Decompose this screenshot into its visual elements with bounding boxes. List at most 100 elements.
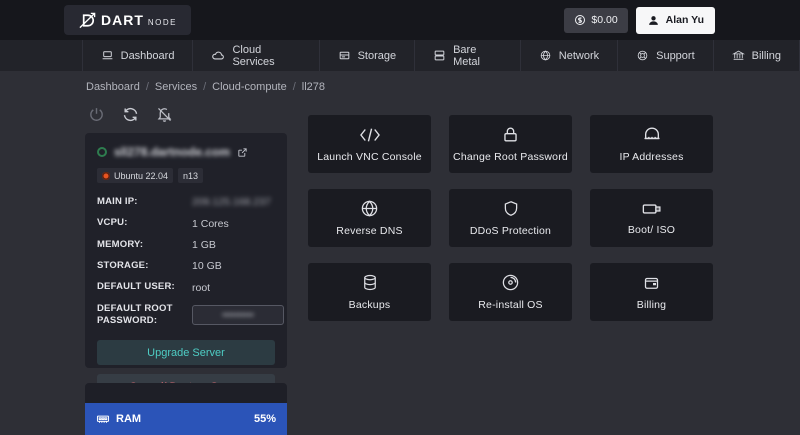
balance-amount: $0.00: [591, 14, 618, 26]
badge-row: Ubuntu 22.04 n13: [97, 168, 275, 183]
user-icon: [647, 14, 660, 27]
user-menu-button[interactable]: Alan Yu: [635, 6, 715, 34]
nav-item-network[interactable]: Network: [521, 40, 619, 71]
globe-icon: [360, 199, 379, 218]
reboot-icon[interactable]: [122, 106, 139, 123]
action-reinstall-os[interactable]: Re-install OS: [449, 263, 572, 321]
breadcrumb: Dashboard / Services / Cloud-compute / l…: [86, 81, 325, 93]
spec-value-vcpu: 1 Cores: [192, 217, 229, 230]
drive-icon: [338, 49, 351, 62]
breadcrumb-separator: /: [203, 81, 207, 93]
nav-item-dashboard[interactable]: Dashboard: [83, 40, 194, 71]
page: DART NODE $0.00 Alan Yu Dashboard Cloud …: [0, 0, 800, 435]
action-billing[interactable]: Billing: [590, 263, 713, 321]
ubuntu-icon: [102, 171, 110, 180]
laptop-icon: [101, 49, 114, 62]
breadcrumb-services[interactable]: Services: [155, 81, 197, 93]
action-ddos-protection[interactable]: DDoS Protection: [449, 189, 572, 247]
bell-slash-icon[interactable]: [156, 106, 173, 123]
spec-value-storage: 10 GB: [192, 260, 222, 273]
breadcrumb-cloud-compute[interactable]: Cloud-compute: [212, 81, 287, 93]
hostname-row: sll278.dartnode.com: [97, 145, 275, 159]
dart-arrow-icon: [78, 11, 97, 30]
spec-label: MEMORY:: [97, 238, 144, 250]
breadcrumb-dashboard[interactable]: Dashboard: [86, 81, 140, 93]
ram-left: RAM: [96, 412, 141, 426]
dartnode-logo[interactable]: DART NODE: [64, 5, 192, 35]
server-info-panel: sll278.dartnode.com Ubuntu 22.04 n13 MAI…: [85, 133, 287, 400]
nav-label: Bare Metal: [453, 43, 480, 68]
spec-list: MAIN IP: 209.125.168.237 VCPU: 1 Cores M…: [97, 196, 284, 328]
globe-icon: [539, 49, 552, 62]
lock-icon: [501, 125, 520, 144]
action-change-root-password[interactable]: Change Root Password: [449, 115, 572, 173]
power-icon[interactable]: [88, 106, 105, 123]
ram-label: RAM: [116, 413, 142, 425]
nav-item-support[interactable]: Support: [618, 40, 714, 71]
logo-text: DART: [101, 12, 144, 28]
root-password-masked: ••••••••••: [222, 310, 254, 321]
lifebuoy-icon: [636, 49, 649, 62]
spec-label: DEFAULT USER:: [97, 281, 175, 293]
wallet-icon: [642, 274, 661, 292]
action-boot-iso[interactable]: Boot/ ISO: [590, 189, 713, 247]
ram-chip-icon: [96, 412, 110, 426]
shield-icon: [502, 199, 520, 218]
action-label: Billing: [636, 298, 667, 311]
spec-label: VCPU:: [97, 217, 128, 229]
nav-label: Storage: [357, 49, 397, 62]
root-password-field[interactable]: ••••••••••: [192, 305, 284, 326]
coin-icon: [574, 14, 586, 26]
spec-value-main-ip: 209.125.168.237: [192, 196, 271, 209]
spec-row-root-password: DEFAULT ROOT PASSWORD: ••••••••••: [97, 302, 284, 328]
disc-icon: [501, 273, 520, 292]
nav-label: Cloud Services: [232, 43, 275, 68]
action-ip-addresses[interactable]: IP Addresses: [590, 115, 713, 173]
balance-button[interactable]: $0.00: [564, 7, 628, 33]
ethernet-port-icon: [642, 125, 662, 144]
nav-label: Network: [558, 49, 600, 62]
action-label: DDoS Protection: [469, 225, 552, 237]
cloud-icon: [211, 49, 225, 63]
nav-item-billing[interactable]: Billing: [714, 40, 800, 71]
server-controls: [88, 106, 173, 123]
action-label: Launch VNC Console: [317, 150, 422, 163]
spec-row-main-ip: MAIN IP: 209.125.168.237: [97, 196, 275, 208]
spec-row-default-user: DEFAULT USER: root: [97, 281, 275, 293]
spec-value-default-user: root: [192, 281, 211, 294]
spec-row-vcpu: VCPU: 1 Cores: [97, 217, 275, 229]
os-badge-label: Ubuntu 22.04: [114, 170, 169, 181]
action-label: Backups: [348, 299, 391, 311]
logo-suffix-text: NODE: [147, 17, 178, 27]
server-hostname: sll278.dartnode.com: [114, 145, 231, 159]
main-nav: Dashboard Cloud Services Storage Bare Me…: [0, 40, 800, 71]
status-online-dot: [97, 147, 107, 157]
usage-card: RAM 55%: [85, 383, 287, 435]
ram-usage-row[interactable]: RAM 55%: [85, 403, 287, 435]
nav-item-cloud-services[interactable]: Cloud Services: [193, 40, 320, 71]
breadcrumb-separator: /: [145, 81, 149, 93]
top-header: DART NODE $0.00 Alan Yu: [0, 0, 800, 40]
action-backups[interactable]: Backups: [308, 263, 431, 321]
nav-label: Support: [656, 49, 695, 62]
breadcrumb-separator: /: [292, 81, 296, 93]
server-icon: [433, 49, 446, 62]
nav-item-bare-metal[interactable]: Bare Metal: [415, 40, 521, 71]
nav-item-storage[interactable]: Storage: [320, 40, 416, 71]
bank-icon: [731, 49, 745, 62]
upgrade-server-button[interactable]: Upgrade Server: [97, 340, 275, 366]
spec-row-storage: STORAGE: 10 GB: [97, 260, 275, 272]
nav-spacer: [0, 40, 83, 71]
external-link-icon[interactable]: [237, 147, 248, 158]
node-badge: n13: [178, 168, 204, 183]
action-reverse-dns[interactable]: Reverse DNS: [308, 189, 431, 247]
spec-value-memory: 1 GB: [192, 238, 216, 251]
os-badge: Ubuntu 22.04: [97, 168, 174, 183]
header-right: $0.00 Alan Yu: [564, 6, 715, 34]
spec-label: DEFAULT ROOT PASSWORD:: [97, 302, 173, 327]
code-icon: [359, 126, 381, 144]
spec-label: STORAGE:: [97, 260, 149, 272]
action-label: Boot/ ISO: [627, 223, 676, 236]
action-launch-vnc-console[interactable]: Launch VNC Console: [308, 115, 431, 173]
action-label: Re-install OS: [478, 299, 543, 311]
